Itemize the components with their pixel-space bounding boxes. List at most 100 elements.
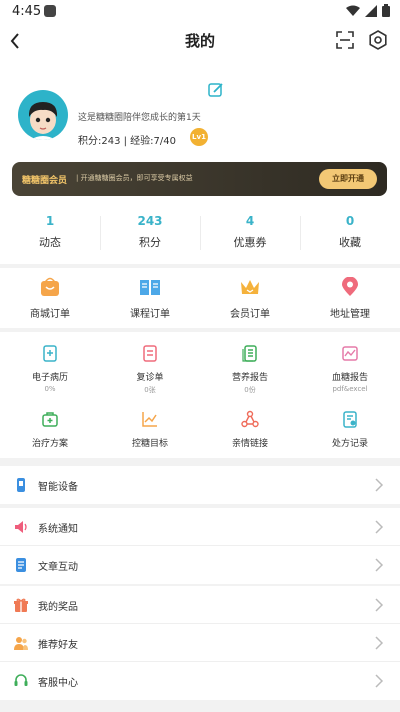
stat-posts[interactable]: 1 动态	[0, 212, 100, 256]
family-link-icon	[241, 410, 259, 428]
family-link-entry[interactable]: 亲情链接	[200, 410, 300, 449]
wifi-icon	[346, 5, 360, 16]
speaker-icon	[15, 521, 27, 533]
app-notification-icon	[44, 5, 56, 17]
vip-banner[interactable]: 糖糖圈会员 | 开通糖糖圈会员，即可享受专属权益 立即开通	[12, 162, 387, 196]
article-icon	[16, 558, 26, 572]
status-time: 4:45	[12, 4, 42, 19]
medical-record-icon	[43, 345, 57, 362]
list-item-my-prizes[interactable]: 我的奖品	[0, 586, 400, 624]
edit-profile-icon[interactable]	[208, 82, 224, 98]
chevron-right-icon	[375, 558, 384, 572]
revisit-form-entry[interactable]: 复诊单 0张	[100, 344, 200, 395]
list-item-label: 我的奖品	[38, 602, 78, 613]
vip-desc: | 开通糖糖圈会员，即可享受专属权益	[76, 174, 193, 182]
stat-label: 收藏	[339, 236, 361, 249]
health-label: 控糖目标	[131, 439, 168, 449]
stat-value: 243	[137, 214, 163, 228]
vip-open-button[interactable]: 立即开通	[319, 169, 377, 189]
stat-label: 动态	[39, 236, 61, 249]
health-sub: 0份	[244, 386, 256, 394]
list-item-label: 客服中心	[38, 678, 78, 689]
stat-coupons[interactable]: 4 优惠券	[200, 212, 300, 256]
medical-record-entry[interactable]: 电子病历 0%	[0, 344, 100, 395]
list-group-notices: 系统通知 文章互动	[0, 508, 400, 584]
treatment-plan-entry[interactable]: 治疗方案	[0, 410, 100, 449]
course-orders-entry[interactable]: 课程订单	[100, 268, 200, 328]
health-row-tools: 治疗方案 控糖目标 亲情链接 处方记录	[0, 410, 400, 449]
stat-label: 积分	[139, 236, 161, 249]
list-item-system-notice[interactable]: 系统通知	[0, 508, 400, 546]
glucose-report-icon	[342, 346, 358, 361]
book-icon	[140, 280, 160, 295]
health-label: 复诊单	[136, 373, 164, 383]
stat-value: 0	[345, 214, 355, 228]
shop-orders-entry[interactable]: 商城订单	[0, 268, 100, 328]
stat-value: 4	[245, 214, 255, 228]
vip-title: 糖糖圈会员	[22, 176, 68, 186]
treatment-kit-icon	[42, 412, 58, 427]
location-pin-icon	[342, 276, 358, 296]
order-label: 课程订单	[130, 309, 170, 320]
list-item-label: 文章互动	[38, 562, 78, 573]
crown-icon	[241, 280, 259, 294]
list-item-label: 智能设备	[38, 482, 78, 493]
list-item-article-interaction[interactable]: 文章互动	[0, 546, 400, 584]
order-label: 商城订单	[30, 309, 70, 320]
stats-row: 1 动态 243 积分 4 优惠券 0 收藏	[0, 212, 400, 256]
health-tools-grid: 电子病历 0% 复诊单 0张 营养报告 0份 血糖报告 pdf&excel 治疗…	[0, 332, 400, 458]
stat-points[interactable]: 243 积分	[100, 212, 200, 256]
prescription-icon	[343, 411, 357, 428]
list-item-smart-device[interactable]: 智能设备	[0, 466, 400, 504]
list-group-services: 我的奖品 推荐好友 客服中心	[0, 586, 400, 700]
health-row-records: 电子病历 0% 复诊单 0张 营养报告 0份 血糖报告 pdf&excel	[0, 344, 400, 395]
gift-icon	[14, 598, 28, 612]
scan-icon[interactable]	[336, 31, 354, 49]
avatar-face-icon	[28, 102, 58, 140]
prescription-record-entry[interactable]: 处方记录	[300, 410, 400, 449]
smart-device-icon	[17, 478, 25, 492]
health-sub: pdf&excel	[332, 385, 368, 393]
list-item-label: 推荐好友	[38, 640, 78, 651]
stat-favorites[interactable]: 0 收藏	[300, 212, 400, 256]
glucose-goal-entry[interactable]: 控糖目标	[100, 410, 200, 449]
member-orders-entry[interactable]: 会员订单	[200, 268, 300, 328]
health-label: 电子病历	[31, 373, 68, 383]
order-label: 会员订单	[230, 309, 270, 320]
nutrition-report-icon	[242, 345, 257, 362]
headset-icon	[14, 674, 28, 686]
friends-icon	[14, 637, 28, 650]
list-item-customer-service[interactable]: 客服中心	[0, 662, 400, 700]
avatar[interactable]	[18, 90, 68, 140]
order-label: 地址管理	[330, 309, 370, 320]
shop-bag-icon	[41, 277, 59, 296]
app-header: 我的	[0, 24, 400, 58]
list-item-recommend-friends[interactable]: 推荐好友	[0, 624, 400, 662]
status-bar: 4:45	[0, 0, 400, 24]
stat-label: 优惠券	[233, 236, 267, 249]
battery-icon	[382, 4, 390, 17]
health-label: 血糖报告	[331, 373, 368, 383]
address-management-entry[interactable]: 地址管理	[300, 268, 400, 328]
revisit-form-icon	[143, 345, 157, 362]
profile-score: 积分:243 | 经验:7/40	[78, 136, 177, 147]
chevron-right-icon	[375, 598, 384, 612]
list-group-devices: 智能设备	[0, 466, 400, 504]
health-label: 处方记录	[331, 439, 368, 449]
chevron-right-icon	[375, 674, 384, 688]
health-label: 营养报告	[231, 373, 268, 383]
health-label: 治疗方案	[31, 439, 68, 449]
profile-card: 这是糖糖圈陪伴您成长的第1天 积分:243 | 经验:7/40 Lv1 糖糖圈会…	[0, 58, 400, 264]
orders-row: 商城订单 课程订单 会员订单 地址管理	[0, 268, 400, 328]
chevron-right-icon	[375, 520, 384, 534]
list-item-label: 系统通知	[38, 524, 78, 535]
health-label: 亲情链接	[231, 439, 268, 449]
health-sub: 0%	[44, 385, 56, 393]
settings-gear-icon[interactable]	[368, 30, 388, 50]
glucose-report-entry[interactable]: 血糖报告 pdf&excel	[300, 344, 400, 395]
system-indicators	[346, 4, 390, 17]
nutrition-report-entry[interactable]: 营养报告 0份	[200, 344, 300, 395]
level-badge: Lv1	[190, 128, 208, 146]
stat-value: 1	[45, 214, 55, 228]
health-sub: 0张	[144, 386, 156, 394]
